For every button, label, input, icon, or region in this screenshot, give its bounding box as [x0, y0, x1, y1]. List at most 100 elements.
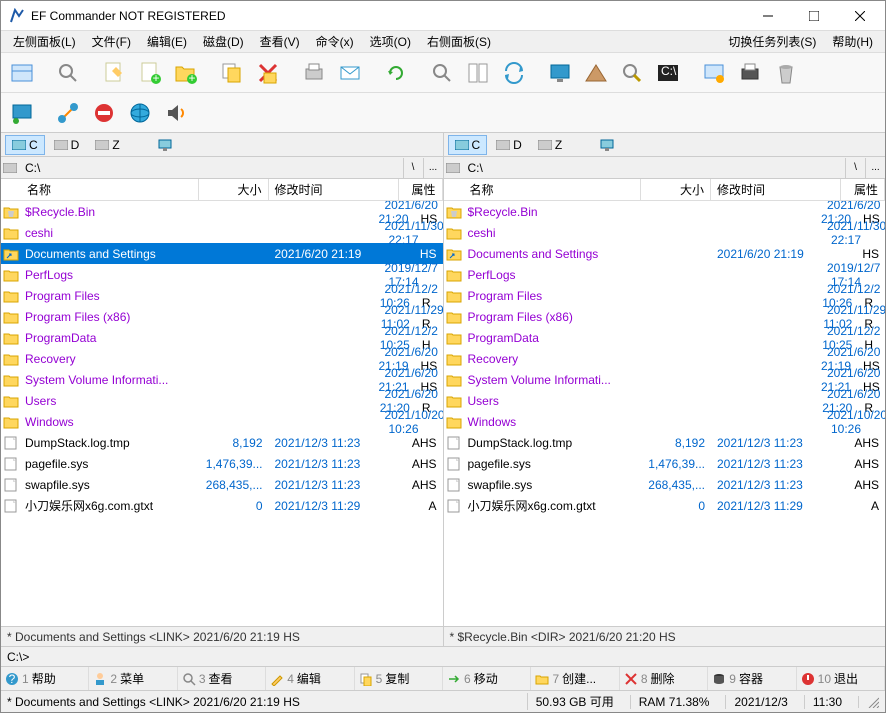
menu-option[interactable]: 选项(O) — [362, 31, 419, 52]
fn-view[interactable]: 3查看 — [178, 667, 266, 690]
menu-disk[interactable]: 磁盘(D) — [195, 31, 252, 52]
file-row[interactable]: DumpStack.log.tmp8,1922021/12/3 11:23AHS — [1, 432, 443, 453]
fn-help[interactable]: ?1帮助 — [1, 667, 89, 690]
tool-delete-icon[interactable] — [251, 56, 285, 90]
tool-view-icon[interactable] — [5, 56, 39, 90]
tool-globe-icon[interactable] — [123, 96, 157, 130]
left-path-more[interactable]: ... — [423, 158, 443, 178]
col-attr[interactable]: 属性 — [399, 179, 443, 200]
left-file-list[interactable]: $Recycle.Bin2021/6/20 21:20HSceshi2021/1… — [1, 201, 443, 626]
left-path-text[interactable]: C:\ — [19, 161, 403, 175]
file-row[interactable]: ceshi2021/11/30 22:17 — [444, 222, 886, 243]
file-attr: HS — [399, 247, 443, 261]
fn-exit[interactable]: 10退出 — [797, 667, 885, 690]
menu-switch-task[interactable]: 切换任务列表(S) — [720, 31, 824, 52]
menu-file[interactable]: 文件(F) — [84, 31, 139, 52]
file-row[interactable]: swapfile.sys268,435,...2021/12/3 11:23AH… — [1, 474, 443, 495]
col-date[interactable]: 修改时间 — [269, 179, 399, 200]
col-name[interactable]: 名称 — [464, 179, 642, 200]
tool-pyramid-icon[interactable] — [579, 56, 613, 90]
tool-sound-icon[interactable] — [159, 96, 193, 130]
col-name[interactable]: 名称 — [21, 179, 199, 200]
left-drive-net-icon[interactable] — [151, 135, 179, 155]
tool-trash-icon[interactable] — [769, 56, 803, 90]
bottom-resize-icon[interactable] — [858, 696, 879, 708]
file-row[interactable]: ceshi2021/11/30 22:17 — [1, 222, 443, 243]
tool-refresh-icon[interactable] — [379, 56, 413, 90]
left-path-up[interactable]: \ — [403, 158, 423, 178]
file-row[interactable]: 小刀娱乐网x6g.com.gtxt02021/12/3 11:29A — [1, 495, 443, 516]
file-size: 1,476,39... — [641, 457, 711, 471]
file-attr — [425, 233, 437, 247]
col-attr[interactable]: 属性 — [841, 179, 885, 200]
file-row[interactable]: DumpStack.log.tmp8,1922021/12/3 11:23AHS — [444, 432, 886, 453]
left-drive-d[interactable]: D — [47, 135, 87, 155]
tool-print-icon[interactable] — [297, 56, 331, 90]
fn-delete[interactable]: 8删除 — [620, 667, 708, 690]
tool-sync-icon[interactable] — [497, 56, 531, 90]
tool-console-icon[interactable]: C:\ — [651, 56, 685, 90]
fn-move[interactable]: 6移动 — [443, 667, 531, 690]
fn-menu[interactable]: 2菜单 — [89, 667, 177, 690]
tool-compare-icon[interactable] — [461, 56, 495, 90]
col-size[interactable]: 大小 — [199, 179, 269, 200]
left-path-drive-icon[interactable] — [1, 163, 19, 173]
tool-printer2-icon[interactable] — [733, 56, 767, 90]
left-drive-c[interactable]: C — [5, 135, 45, 155]
file-row[interactable]: Windows2021/10/20 10:26 — [444, 411, 886, 432]
file-row[interactable]: pagefile.sys1,476,39...2021/12/3 11:23AH… — [444, 453, 886, 474]
tool-options-icon[interactable] — [697, 56, 731, 90]
minimize-button[interactable] — [745, 2, 791, 30]
fn-container[interactable]: 9容器 — [708, 667, 796, 690]
tool-block-icon[interactable] — [87, 96, 121, 130]
menu-edit[interactable]: 编辑(E) — [139, 31, 195, 52]
tool-search-icon[interactable] — [51, 56, 85, 90]
command-line[interactable]: C:\> — [1, 646, 885, 666]
tool-explore-icon[interactable] — [615, 56, 649, 90]
right-file-list[interactable]: $Recycle.Bin2021/6/20 21:20HSceshi2021/1… — [444, 201, 886, 626]
file-size: 0 — [641, 499, 711, 513]
menu-view[interactable]: 查看(V) — [252, 31, 308, 52]
col-date[interactable]: 修改时间 — [711, 179, 841, 200]
right-path-up[interactable]: \ — [845, 158, 865, 178]
file-name: PerfLogs — [464, 268, 816, 282]
fn-edit[interactable]: 4编辑 — [266, 667, 354, 690]
folder-icon — [444, 289, 464, 303]
file-row[interactable]: swapfile.sys268,435,...2021/12/3 11:23AH… — [444, 474, 886, 495]
right-drive-z[interactable]: Z — [531, 135, 569, 155]
menu-right-panel[interactable]: 右侧面板(S) — [419, 31, 499, 52]
file-name: 小刀娱乐网x6g.com.gtxt — [464, 497, 642, 514]
fn-copy[interactable]: 5复制 — [355, 667, 443, 690]
menu-left-panel[interactable]: 左侧面板(L) — [5, 31, 84, 52]
tool-edit-icon[interactable] — [97, 56, 131, 90]
titlebar: EF Commander NOT REGISTERED — [1, 1, 885, 31]
tool-network-monitor-icon[interactable] — [5, 96, 39, 130]
bottom-file: * Documents and Settings <LINK> 2021/6/2… — [7, 695, 511, 709]
right-drive-c[interactable]: C — [448, 135, 488, 155]
right-path-text[interactable]: C:\ — [462, 161, 846, 175]
menu-command[interactable]: 命令(x) — [308, 31, 362, 52]
col-size[interactable]: 大小 — [641, 179, 711, 200]
file-date: 2021/12/3 11:23 — [711, 436, 841, 450]
right-path-bar: C:\ \ ... — [444, 157, 886, 179]
tool-mail-icon[interactable] — [333, 56, 367, 90]
close-button[interactable] — [837, 2, 883, 30]
tool-monitor-icon[interactable] — [543, 56, 577, 90]
maximize-button[interactable] — [791, 2, 837, 30]
tool-share-icon[interactable] — [51, 96, 85, 130]
right-drive-d[interactable]: D — [489, 135, 529, 155]
menu-help[interactable]: 帮助(H) — [824, 31, 881, 52]
tool-copy-icon[interactable] — [215, 56, 249, 90]
tool-find-icon[interactable] — [425, 56, 459, 90]
left-drive-z[interactable]: Z — [88, 135, 126, 155]
file-row[interactable]: pagefile.sys1,476,39...2021/12/3 11:23AH… — [1, 453, 443, 474]
folder-icon — [1, 394, 21, 408]
right-drive-net-icon[interactable] — [593, 135, 621, 155]
file-row[interactable]: Windows2021/10/20 10:26 — [1, 411, 443, 432]
file-row[interactable]: 小刀娱乐网x6g.com.gtxt02021/12/3 11:29A — [444, 495, 886, 516]
right-path-drive-icon[interactable] — [444, 163, 462, 173]
right-path-more[interactable]: ... — [865, 158, 885, 178]
tool-new-icon[interactable]: + — [133, 56, 167, 90]
tool-newfolder-icon[interactable]: + — [169, 56, 203, 90]
fn-mkdir[interactable]: 7创建... — [531, 667, 619, 690]
